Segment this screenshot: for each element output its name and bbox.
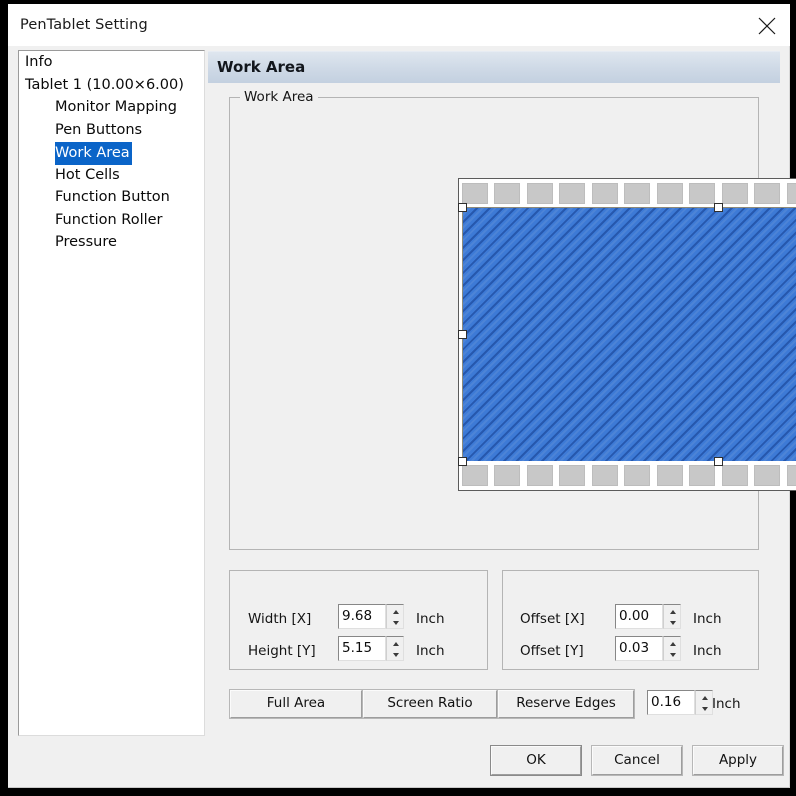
- width-spin-buttons[interactable]: [386, 604, 404, 629]
- settings-tree-list: Info Tablet 1 (10.00×6.00) Monitor Mapping…: [19, 51, 204, 254]
- close-icon[interactable]: [744, 4, 790, 46]
- offset-y-spin-down[interactable]: [665, 649, 680, 660]
- hot-cell[interactable]: [526, 465, 553, 486]
- offset-x-spin-buttons[interactable]: [663, 604, 681, 629]
- reserve-edges-unit: Inch: [712, 696, 741, 712]
- sidebar-item-label: Function Roller: [55, 211, 163, 228]
- hot-cell[interactable]: [559, 465, 586, 486]
- hot-cell[interactable]: [462, 183, 488, 204]
- sidebar-item-label: Monitor Mapping: [55, 99, 177, 115]
- sidebar-item-hot-cells[interactable]: Hot Cells: [19, 164, 204, 187]
- hot-cell[interactable]: [494, 465, 521, 486]
- sidebar-item-pen-buttons[interactable]: Pen Buttons: [19, 119, 204, 142]
- hot-cell[interactable]: [656, 465, 683, 486]
- width-spin-down[interactable]: [388, 617, 403, 628]
- hot-cell[interactable]: [559, 183, 586, 204]
- screen-ratio-button[interactable]: Screen Ratio: [362, 689, 498, 719]
- hot-cell[interactable]: [786, 465, 796, 486]
- offset-y-label: Offset [Y]: [520, 643, 584, 659]
- full-area-button[interactable]: Full Area: [229, 689, 363, 719]
- reserve-edges-spin-down[interactable]: [697, 703, 712, 714]
- hot-cell[interactable]: [624, 465, 651, 486]
- work-area-group-legend: Work Area: [240, 89, 318, 105]
- height-spin-down[interactable]: [388, 649, 403, 660]
- apply-button[interactable]: Apply: [692, 745, 784, 776]
- sidebar-item-label: Hot Cells: [55, 166, 120, 183]
- sidebar-item-label: Info: [25, 54, 53, 70]
- hot-cell[interactable]: [624, 183, 651, 204]
- sidebar-item-monitor-mapping[interactable]: Monitor Mapping: [19, 96, 204, 119]
- hot-cell[interactable]: [754, 465, 781, 486]
- handle-middle-left[interactable]: [457, 329, 467, 339]
- hot-cell[interactable]: [591, 183, 618, 204]
- reserve-edges-button[interactable]: Reserve Edges: [497, 689, 635, 719]
- offset-x-label: Offset [X]: [520, 611, 585, 627]
- sidebar-item-label: Tablet 1 (10.00×6.00): [25, 76, 184, 93]
- hot-cells-bottom-strip: [462, 465, 796, 486]
- hot-cell[interactable]: [526, 183, 553, 204]
- sidebar-item-info[interactable]: Info: [19, 51, 204, 74]
- sidebar-item-function-roller[interactable]: Function Roller: [19, 209, 204, 232]
- offset-y-unit: Inch: [693, 643, 722, 659]
- hot-cell[interactable]: [591, 465, 618, 486]
- offset-x-spin-down[interactable]: [665, 617, 680, 628]
- pentablet-setting-window: PenTablet Setting Info Tablet 1 (10.00×6.…: [8, 4, 796, 788]
- offset-y-input[interactable]: 0.03: [615, 636, 663, 661]
- cancel-button[interactable]: Cancel: [591, 745, 683, 776]
- sidebar-item-work-area[interactable]: Work Area: [19, 141, 204, 165]
- sidebar-item-tablet-1-10-00-6-00-[interactable]: Tablet 1 (10.00×6.00): [19, 74, 204, 97]
- sidebar-item-label: Pressure: [55, 234, 117, 250]
- tablet-preview-canvas[interactable]: [457, 178, 796, 491]
- offset-fields-groupbox: Offset [X] Offset [Y] 0.00 Inch 0.03 Inc…: [502, 570, 759, 670]
- hot-cell[interactable]: [689, 465, 716, 486]
- close-icon-glyph: [758, 17, 776, 35]
- handle-top-center[interactable]: [714, 202, 723, 212]
- hot-cell[interactable]: [721, 183, 748, 204]
- hot-cell[interactable]: [689, 183, 716, 204]
- sidebar-item-label: Work Area: [55, 142, 132, 165]
- width-label: Width [X]: [248, 611, 312, 627]
- hot-cell[interactable]: [656, 183, 683, 204]
- offset-x-input[interactable]: 0.00: [615, 604, 663, 629]
- hot-cell[interactable]: [462, 465, 488, 486]
- hot-cell[interactable]: [754, 183, 781, 204]
- window-title: PenTablet Setting: [20, 17, 148, 33]
- offset-x-unit: Inch: [693, 611, 722, 627]
- hot-cells-top-strip: [462, 183, 796, 204]
- handle-top-left[interactable]: [457, 202, 467, 212]
- width-input[interactable]: 9.68: [338, 604, 386, 629]
- width-unit: Inch: [416, 611, 445, 627]
- height-spin-buttons[interactable]: [386, 636, 404, 661]
- title-bar: PenTablet Setting: [8, 4, 790, 46]
- sidebar-item-function-button[interactable]: Function Button: [19, 186, 204, 209]
- hot-cell[interactable]: [494, 183, 521, 204]
- settings-tree[interactable]: Info Tablet 1 (10.00×6.00) Monitor Mapping…: [18, 50, 205, 736]
- ok-button[interactable]: OK: [490, 745, 582, 776]
- work-area-groupbox: Work Area: [229, 89, 796, 550]
- hot-cell[interactable]: [786, 183, 796, 204]
- reserve-edges-input[interactable]: 0.16: [647, 690, 695, 715]
- hot-cell[interactable]: [721, 465, 748, 486]
- size-fields-groupbox: Width [X] Height [Y] 9.68 Inch 5.15 Inch: [229, 570, 488, 670]
- offset-y-spin-buttons[interactable]: [663, 636, 681, 661]
- height-label: Height [Y]: [248, 643, 316, 659]
- sidebar-item-pressure[interactable]: Pressure: [19, 231, 204, 254]
- reserve-edges-spin-buttons[interactable]: [695, 690, 713, 715]
- handle-bottom-center[interactable]: [714, 456, 723, 466]
- page-title: Work Area: [217, 58, 306, 76]
- height-input[interactable]: 5.15: [338, 636, 386, 661]
- height-unit: Inch: [416, 643, 445, 659]
- pane-header: Work Area: [208, 51, 780, 83]
- sidebar-item-label: Pen Buttons: [55, 121, 143, 138]
- active-work-area-region[interactable]: [462, 207, 796, 461]
- handle-bottom-left[interactable]: [457, 456, 467, 466]
- sidebar-item-label: Function Button: [55, 189, 170, 205]
